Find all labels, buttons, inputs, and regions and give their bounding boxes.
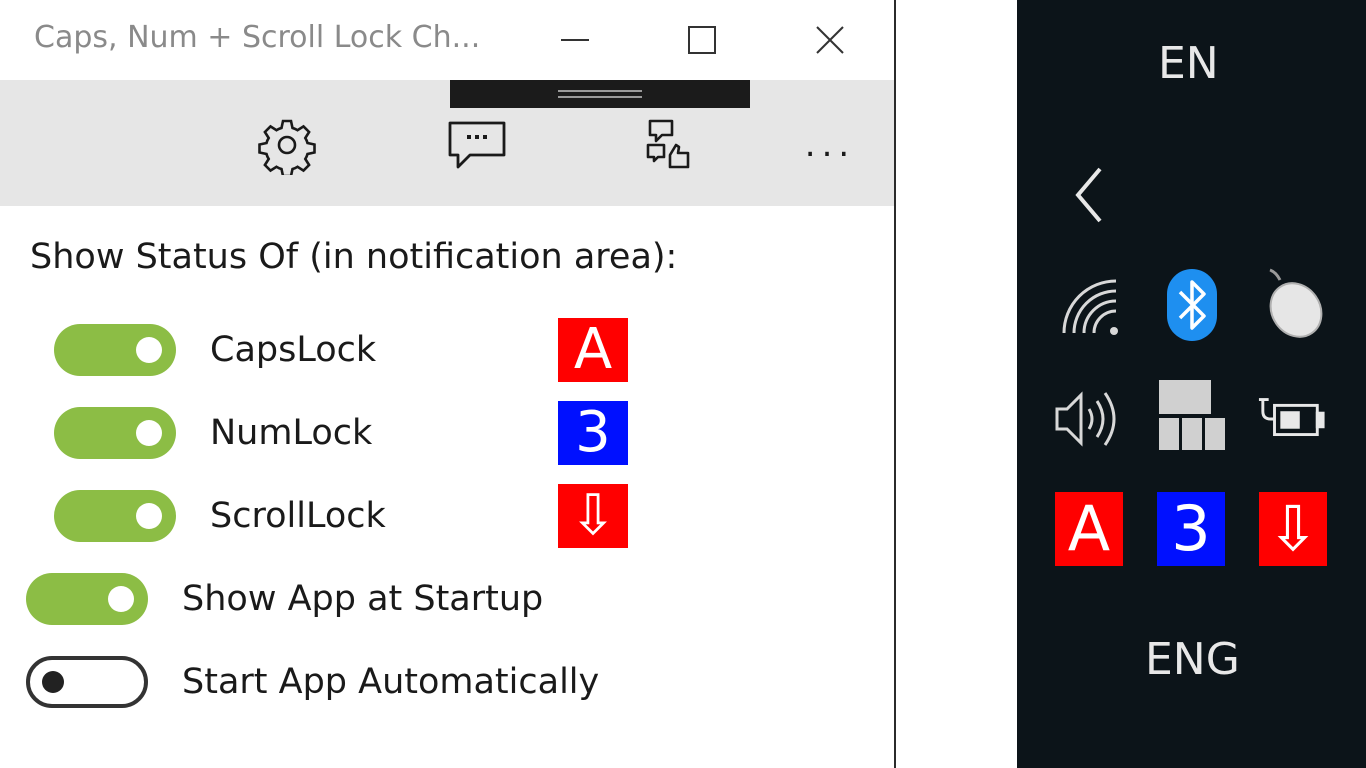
minimize-button[interactable]: [535, 10, 615, 70]
chat-thumbs-icon: [646, 119, 690, 169]
volume-icon: [1055, 391, 1116, 447]
show-app-at-startup-label: Show App at Startup: [182, 579, 544, 619]
numlock-toggle[interactable]: [54, 407, 176, 459]
settings-heading: Show Status Of (in notification area):: [30, 237, 678, 277]
chat-bubble-icon: [448, 121, 506, 169]
share-button[interactable]: [627, 110, 707, 180]
minimize-icon: [561, 39, 589, 41]
scrolllock-toggle[interactable]: [54, 490, 176, 542]
language-indicator-short[interactable]: EN: [1158, 38, 1219, 89]
toggle-knob: [108, 586, 134, 612]
close-icon: [816, 26, 844, 54]
bluetooth-icon: [1167, 269, 1217, 341]
start-app-automatically-toggle[interactable]: [26, 656, 148, 708]
capslock-toggle[interactable]: [54, 324, 176, 376]
mouse-icon: [1269, 268, 1323, 338]
notification-tray: EN A 3 ⇩ ENG: [1017, 0, 1366, 768]
app-tray-icon[interactable]: [1157, 380, 1227, 450]
tray-capslock-indicator[interactable]: A: [1055, 492, 1123, 566]
toggle-knob: [136, 337, 162, 363]
chevron-left-icon: [1075, 167, 1102, 223]
wifi-icon: [1062, 279, 1118, 335]
window-title: Caps, Num + Scroll Lock Ch...: [34, 20, 481, 55]
bluetooth-tray-icon[interactable]: [1157, 269, 1227, 341]
numlock-label: NumLock: [210, 413, 373, 453]
scrolllock-label: ScrollLock: [210, 496, 386, 536]
capslock-indicator: A: [558, 318, 628, 382]
grip-lines: [558, 90, 642, 98]
collapse-tray-button[interactable]: [1055, 160, 1125, 230]
capslock-label: CapsLock: [210, 330, 377, 370]
wifi-tray-icon[interactable]: [1055, 272, 1125, 342]
toggle-knob: [42, 671, 64, 693]
more-button[interactable]: ...: [790, 110, 870, 180]
battery-tray-icon[interactable]: [1257, 384, 1327, 454]
maximize-icon: [688, 26, 716, 54]
mouse-tray-icon[interactable]: [1257, 268, 1327, 340]
language-indicator-long[interactable]: ENG: [1145, 634, 1240, 685]
tray-numlock-indicator[interactable]: 3: [1157, 492, 1225, 566]
settings-button[interactable]: [247, 110, 327, 180]
tray-app-icon: [1159, 380, 1225, 450]
show-app-at-startup-toggle[interactable]: [26, 573, 148, 625]
maximize-button[interactable]: [662, 10, 742, 70]
start-app-automatically-label: Start App Automatically: [182, 662, 600, 702]
gear-icon: [258, 119, 316, 175]
app-window: Caps, Num + Scroll Lock Ch... ... Show S…: [0, 0, 896, 768]
close-button[interactable]: [790, 10, 870, 70]
toggle-knob: [136, 420, 162, 446]
volume-tray-icon[interactable]: [1053, 384, 1123, 454]
more-label: ...: [804, 125, 856, 165]
scrolllock-indicator: ⇩: [558, 484, 628, 548]
title-bar[interactable]: Caps, Num + Scroll Lock Ch...: [0, 0, 894, 80]
toggle-knob: [136, 503, 162, 529]
tray-scrolllock-indicator[interactable]: ⇩: [1259, 492, 1327, 566]
drag-handle[interactable]: [450, 80, 750, 108]
battery-charging-icon: [1258, 398, 1325, 437]
feedback-button[interactable]: [437, 110, 517, 180]
numlock-indicator: 3: [558, 401, 628, 465]
